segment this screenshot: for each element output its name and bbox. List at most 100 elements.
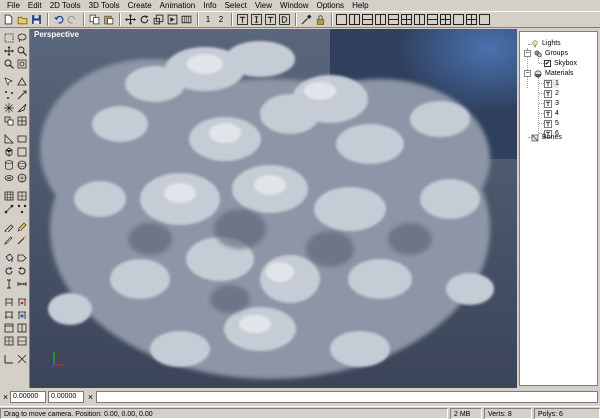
scale-vertical-icon[interactable]	[3, 278, 15, 289]
menu-create[interactable]: Create	[124, 0, 156, 11]
menu-select[interactable]: Select	[221, 0, 251, 11]
copy-icon[interactable]	[88, 13, 101, 26]
menu-help[interactable]: Help	[348, 0, 372, 11]
groups-collapse-toggle[interactable]: −	[524, 50, 531, 57]
save-icon[interactable]	[30, 13, 43, 26]
tree-node-bones[interactable]: Bones	[531, 133, 562, 142]
single-view-icon[interactable]	[336, 14, 347, 25]
view-split-icon[interactable]	[3, 335, 15, 346]
split-three-icon[interactable]	[375, 14, 386, 25]
weld-icon[interactable]	[16, 190, 28, 201]
redo-icon[interactable]	[66, 13, 79, 26]
menu-window[interactable]: Window	[276, 0, 312, 11]
texture-t-icon[interactable]	[236, 13, 249, 26]
view-box-b-icon[interactable]	[479, 14, 490, 25]
skybox-visible-checkbox[interactable]: ✔	[544, 60, 551, 67]
split-left-icon[interactable]	[414, 14, 425, 25]
split-three-b-icon[interactable]	[388, 14, 399, 25]
texture-t2-icon[interactable]	[264, 13, 277, 26]
scale-icon[interactable]	[152, 13, 165, 26]
close-field-1-button[interactable]: ×	[1, 391, 10, 403]
quad-view-icon[interactable]	[401, 14, 412, 25]
select-face-icon[interactable]	[16, 76, 28, 87]
select-vertex-icon[interactable]	[3, 76, 15, 87]
zoom-region-icon[interactable]	[3, 58, 15, 69]
rotate-tool-icon[interactable]	[3, 265, 15, 276]
cube-icon[interactable]	[3, 146, 15, 157]
menu-3d-tools[interactable]: 3D Tools	[85, 0, 124, 11]
paint-icon[interactable]	[3, 234, 15, 245]
window-box-b-icon[interactable]	[16, 322, 28, 333]
rectangle-tool-icon[interactable]	[16, 133, 28, 144]
perspective-viewport[interactable]: Perspective	[30, 29, 517, 388]
tree-node-material-2[interactable]: 2	[544, 89, 559, 98]
node-icon[interactable]	[3, 203, 15, 214]
rotate-icon[interactable]	[138, 13, 151, 26]
frame-number-2[interactable]: 2	[215, 13, 227, 26]
view-split-b-icon[interactable]	[16, 335, 28, 346]
nodes-icon[interactable]	[16, 203, 28, 214]
coordinate-field-2[interactable]: 0.00000	[48, 391, 84, 403]
sharp-icon[interactable]	[16, 102, 28, 113]
menu-info[interactable]: Info	[199, 0, 220, 11]
lock-icon[interactable]	[314, 13, 327, 26]
triangle-tool-icon[interactable]	[3, 133, 15, 144]
menu-options[interactable]: Options	[312, 0, 348, 11]
menu-view[interactable]: View	[251, 0, 276, 11]
frame-number-1[interactable]: 1	[202, 13, 214, 26]
quad-view-b-icon[interactable]	[440, 14, 451, 25]
tree-node-material-1[interactable]: 1	[544, 79, 559, 88]
scale-horizontal-icon[interactable]	[16, 278, 28, 289]
split-horizontal-icon[interactable]	[362, 14, 373, 25]
bone-icon[interactable]	[3, 296, 15, 307]
select-box-icon[interactable]	[3, 32, 15, 43]
menu-2d-tools[interactable]: 2D Tools	[46, 0, 85, 11]
box-icon[interactable]	[16, 146, 28, 157]
paste-icon[interactable]	[102, 13, 115, 26]
sparkle-icon[interactable]	[3, 102, 15, 113]
geosphere-icon[interactable]	[16, 172, 28, 183]
undo-icon[interactable]	[52, 13, 65, 26]
animate-icon[interactable]	[166, 13, 179, 26]
joint-icon[interactable]	[16, 296, 28, 307]
new-file-icon[interactable]	[2, 13, 15, 26]
zoom-fit-icon[interactable]	[16, 58, 28, 69]
bucket-icon[interactable]	[3, 252, 15, 263]
tree-node-skybox[interactable]: ✔ Skybox	[544, 59, 577, 68]
tree-node-material-3[interactable]: 3	[544, 99, 559, 108]
sphere-icon[interactable]	[16, 159, 28, 170]
project-icon[interactable]	[16, 252, 28, 263]
cylinder-icon[interactable]	[3, 159, 15, 170]
pencil-icon[interactable]	[16, 221, 28, 232]
frames-icon[interactable]	[180, 13, 193, 26]
mirror-b-icon[interactable]	[16, 309, 28, 320]
tree-node-materials[interactable]: Materials	[534, 69, 573, 78]
menu-file[interactable]: File	[3, 0, 24, 11]
window-box-icon[interactable]	[3, 322, 15, 333]
lasso-icon[interactable]	[16, 32, 28, 43]
vertex-move-icon[interactable]	[3, 89, 15, 100]
split-top-icon[interactable]	[427, 14, 438, 25]
magic-wand-icon[interactable]	[16, 234, 28, 245]
zoom-icon[interactable]	[16, 45, 28, 56]
menu-edit[interactable]: Edit	[24, 0, 46, 11]
tree-node-groups[interactable]: Groups	[534, 49, 568, 58]
view-box-icon[interactable]	[453, 14, 464, 25]
grid-view-icon[interactable]	[466, 14, 477, 25]
rotate-ccw-icon[interactable]	[16, 265, 28, 276]
mirror-icon[interactable]	[3, 309, 15, 320]
edge-icon[interactable]	[16, 89, 28, 100]
animation-timeline[interactable]	[96, 391, 598, 403]
duplicate-icon[interactable]	[3, 115, 15, 126]
tree-node-material-4[interactable]: 4	[544, 109, 559, 118]
torus-icon[interactable]	[3, 172, 15, 183]
cell-grid-icon[interactable]	[3, 190, 15, 201]
menu-animation[interactable]: Animation	[156, 0, 200, 11]
knife-icon[interactable]	[3, 221, 15, 232]
move-icon[interactable]	[124, 13, 137, 26]
materials-collapse-toggle[interactable]: −	[524, 70, 531, 77]
texture-d-icon[interactable]	[278, 13, 291, 26]
tree-node-lights[interactable]: Lights	[531, 39, 561, 48]
grid-tool-icon[interactable]	[16, 115, 28, 126]
close-field-2-button[interactable]: ×	[86, 391, 95, 403]
